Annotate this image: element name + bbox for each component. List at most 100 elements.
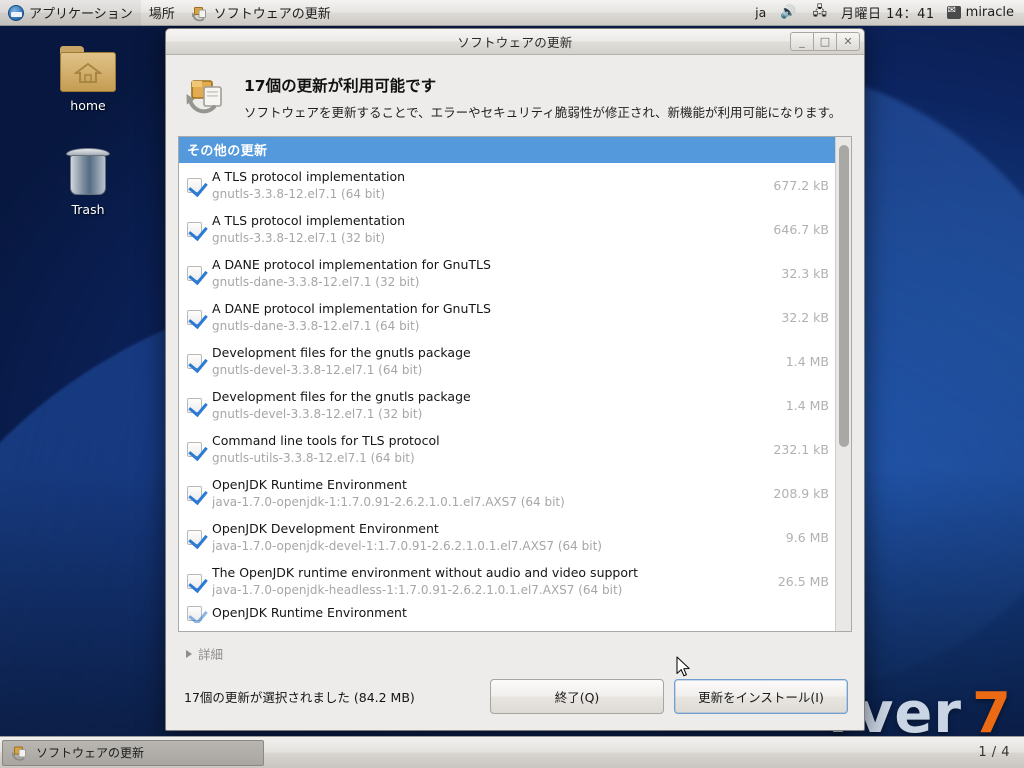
update-group-header: その他の更新 bbox=[179, 137, 835, 163]
update-checkbox[interactable] bbox=[187, 530, 202, 545]
desktop-icon-home-label: home bbox=[42, 98, 134, 113]
update-text-block: A TLS protocol implementationgnutls-3.3.… bbox=[212, 213, 761, 246]
table-row[interactable]: A DANE protocol implementation for GnuTL… bbox=[179, 295, 835, 339]
software-update-window: ソフトウェアの更新 _ □ ✕ 17個の更新が利用可能です bbox=[165, 28, 865, 731]
home-folder-icon bbox=[60, 46, 116, 92]
bottom-panel: ソフトウェアの更新 1 / 4 bbox=[0, 736, 1024, 768]
clock[interactable]: 月曜日 14：41 bbox=[835, 0, 941, 26]
menu-places[interactable]: 場所 bbox=[141, 0, 183, 26]
update-summary-text: 17個の更新が利用可能です ソフトウェアを更新することで、エラーやセキュリティ脆… bbox=[244, 73, 848, 122]
update-checkbox[interactable] bbox=[187, 310, 202, 325]
update-title: A TLS protocol implementation bbox=[212, 169, 761, 186]
close-button[interactable]: ✕ bbox=[836, 32, 860, 51]
update-checkbox[interactable] bbox=[187, 486, 202, 501]
update-size: 9.6 MB bbox=[774, 530, 829, 545]
table-row[interactable]: Development files for the gnutls package… bbox=[179, 383, 835, 427]
input-method-indicator[interactable]: ja bbox=[749, 0, 772, 26]
software-update-icon bbox=[11, 744, 29, 762]
update-text-block: A TLS protocol implementationgnutls-3.3.… bbox=[212, 169, 761, 202]
update-rows: A TLS protocol implementationgnutls-3.3.… bbox=[179, 163, 835, 631]
update-package-name: gnutls-3.3.8-12.el7.1 (32 bit) bbox=[212, 230, 761, 246]
window-title: ソフトウェアの更新 bbox=[166, 32, 864, 51]
user-name-label: miracle bbox=[966, 5, 1014, 20]
update-size: 677.2 kB bbox=[761, 178, 829, 193]
window-body: 17個の更新が利用可能です ソフトウェアを更新することで、エラーやセキュリティ脆… bbox=[166, 55, 864, 730]
update-package-name: gnutls-utils-3.3.8-12.el7.1 (64 bit) bbox=[212, 450, 761, 466]
volume-tray-button[interactable]: 🔊 bbox=[772, 0, 804, 26]
table-row[interactable]: OpenJDK Development Environmentjava-1.7.… bbox=[179, 515, 835, 559]
table-row[interactable]: A TLS protocol implementationgnutls-3.3.… bbox=[179, 207, 835, 251]
update-package-name: java-1.7.0-openjdk-1:1.7.0.91-2.6.2.1.0.… bbox=[212, 494, 761, 510]
update-package-name: gnutls-devel-3.3.8-12.el7.1 (32 bit) bbox=[212, 406, 774, 422]
update-text-block: Development files for the gnutls package… bbox=[212, 345, 774, 378]
network-tray-button[interactable]: 🖧 bbox=[804, 0, 835, 26]
table-row[interactable]: A TLS protocol implementationgnutls-3.3.… bbox=[179, 163, 835, 207]
update-checkbox[interactable] bbox=[187, 178, 202, 193]
update-text-block: Development files for the gnutls package… bbox=[212, 389, 774, 422]
window-titlebar[interactable]: ソフトウェアの更新 _ □ ✕ bbox=[166, 29, 864, 55]
update-text-block: The OpenJDK runtime environment without … bbox=[212, 565, 766, 598]
update-list: その他の更新 A TLS protocol implementationgnut… bbox=[179, 137, 835, 631]
house-glyph-icon bbox=[74, 62, 102, 84]
update-title: A DANE protocol implementation for GnuTL… bbox=[212, 257, 769, 274]
update-title: The OpenJDK runtime environment without … bbox=[212, 565, 766, 582]
update-text-block: A DANE protocol implementation for GnuTL… bbox=[212, 301, 769, 334]
update-package-name: gnutls-devel-3.3.8-12.el7.1 (64 bit) bbox=[212, 362, 774, 378]
menu-applications[interactable]: アプリケーション bbox=[0, 0, 141, 26]
update-package-name: gnutls-3.3.8-12.el7.1 (64 bit) bbox=[212, 186, 761, 202]
update-list-scrollbar[interactable] bbox=[835, 137, 851, 631]
table-row[interactable]: OpenJDK Runtime Environmentjava-1.7.0-op… bbox=[179, 471, 835, 515]
details-label: 詳細 bbox=[198, 644, 223, 663]
update-title: OpenJDK Development Environment bbox=[212, 521, 774, 538]
details-expander[interactable]: 詳細 bbox=[178, 638, 852, 667]
speaker-icon: 🔊 bbox=[780, 5, 796, 20]
chevron-right-icon bbox=[186, 650, 192, 658]
update-title: Development files for the gnutls package bbox=[212, 389, 774, 406]
update-checkbox[interactable] bbox=[187, 606, 202, 621]
update-checkbox[interactable] bbox=[187, 222, 202, 237]
update-title: A TLS protocol implementation bbox=[212, 213, 761, 230]
update-list-container: その他の更新 A TLS protocol implementationgnut… bbox=[178, 136, 852, 632]
desktop-icon-trash-label: Trash bbox=[42, 202, 134, 217]
update-summary-title: 17個の更新が利用可能です bbox=[244, 74, 848, 96]
update-text-block: OpenJDK Runtime Environmentjava-1.7.0-op… bbox=[212, 477, 761, 510]
user-status-icon bbox=[947, 6, 961, 19]
update-package-name: java-1.7.0-openjdk-headless-1:1.7.0.91-2… bbox=[212, 582, 766, 598]
update-title: OpenJDK Runtime Environment bbox=[212, 605, 829, 622]
table-row[interactable]: OpenJDK Runtime Environment bbox=[179, 603, 835, 623]
update-checkbox[interactable] bbox=[187, 266, 202, 281]
window-controls: _ □ ✕ bbox=[791, 32, 860, 51]
maximize-button[interactable]: □ bbox=[813, 32, 837, 51]
user-menu[interactable]: miracle bbox=[941, 0, 1024, 26]
quit-button[interactable]: 終了(Q) bbox=[490, 679, 664, 714]
update-text-block: Command line tools for TLS protocolgnutl… bbox=[212, 433, 761, 466]
desktop-icon-home[interactable]: home bbox=[42, 46, 134, 113]
scrollbar-thumb[interactable] bbox=[839, 145, 849, 447]
install-updates-button[interactable]: 更新をインストール(I) bbox=[674, 679, 848, 714]
update-size: 26.5 MB bbox=[766, 574, 829, 589]
table-row[interactable]: Command line tools for TLS protocolgnutl… bbox=[179, 427, 835, 471]
update-size: 32.2 kB bbox=[769, 310, 829, 325]
input-method-label: ja bbox=[755, 5, 766, 20]
update-title: Development files for the gnutls package bbox=[212, 345, 774, 362]
update-checkbox[interactable] bbox=[187, 574, 202, 589]
desktop-icon-trash[interactable]: Trash bbox=[42, 148, 134, 217]
table-row[interactable]: Development files for the gnutls package… bbox=[179, 339, 835, 383]
update-package-name: gnutls-dane-3.3.8-12.el7.1 (32 bit) bbox=[212, 274, 769, 290]
update-checkbox[interactable] bbox=[187, 354, 202, 369]
window-menu-button[interactable]: ソフトウェアの更新 bbox=[183, 0, 339, 26]
table-row[interactable]: A DANE protocol implementation for GnuTL… bbox=[179, 251, 835, 295]
selection-status-text: 17個の更新が選択されました (84.2 MB) bbox=[184, 687, 480, 706]
update-checkbox[interactable] bbox=[187, 398, 202, 413]
update-checkbox[interactable] bbox=[187, 442, 202, 457]
workspace-indicator[interactable]: 1 / 4 bbox=[970, 745, 1024, 760]
update-size: 646.7 kB bbox=[761, 222, 829, 237]
update-size: 232.1 kB bbox=[761, 442, 829, 457]
table-row[interactable]: The OpenJDK runtime environment without … bbox=[179, 559, 835, 603]
window-menu-label: ソフトウェアの更新 bbox=[214, 3, 331, 22]
top-panel: アプリケーション 場所 ソフトウェアの更新 ja 🔊 🖧 月曜日 14：41 m… bbox=[0, 0, 1024, 26]
taskbar-item-software-update[interactable]: ソフトウェアの更新 bbox=[2, 740, 264, 766]
update-size: 32.3 kB bbox=[769, 266, 829, 281]
update-title: A DANE protocol implementation for GnuTL… bbox=[212, 301, 769, 318]
minimize-button[interactable]: _ bbox=[790, 32, 814, 51]
